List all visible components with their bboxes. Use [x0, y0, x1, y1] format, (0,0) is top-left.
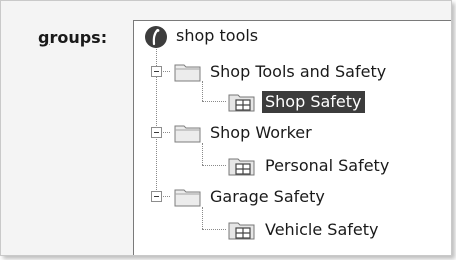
tree-node-label: Garage Safety	[210, 187, 325, 206]
grid-group-icon	[228, 94, 255, 112]
tree-connector	[202, 165, 226, 166]
root-globe-icon	[145, 26, 167, 48]
tree-node-label-selected: Shop Safety	[262, 91, 365, 113]
tree-connector	[202, 229, 226, 230]
collapse-toggle-icon[interactable]	[151, 127, 162, 138]
collapse-toggle-icon[interactable]	[151, 66, 162, 77]
tree-node-label: Personal Safety	[265, 156, 390, 175]
tree-node-label: Shop Tools and Safety	[210, 62, 387, 81]
groups-panel: groups: shop tools Shop Tools and Safety…	[0, 0, 452, 256]
tree-connector	[202, 101, 226, 102]
groups-label-text: roups:	[49, 28, 108, 47]
folder-icon	[174, 125, 201, 143]
tree-node-label: shop tools	[176, 26, 259, 45]
collapse-toggle-icon[interactable]	[151, 191, 162, 202]
tree-connector	[202, 207, 203, 229]
grid-group-icon	[228, 222, 255, 240]
folder-icon	[174, 64, 201, 82]
tree-node-label: Vehicle Safety	[265, 220, 379, 239]
groups-label: groups:	[38, 28, 107, 47]
tree-connector	[202, 81, 203, 101]
groups-label-accesskey: g	[38, 28, 50, 47]
folder-icon	[174, 189, 201, 207]
tree-node-label: Shop Worker	[210, 123, 312, 142]
tree-connector	[202, 143, 203, 165]
groups-tree[interactable]: shop tools Shop Tools and Safety Shop Sa…	[133, 20, 451, 255]
grid-group-icon	[228, 158, 255, 176]
